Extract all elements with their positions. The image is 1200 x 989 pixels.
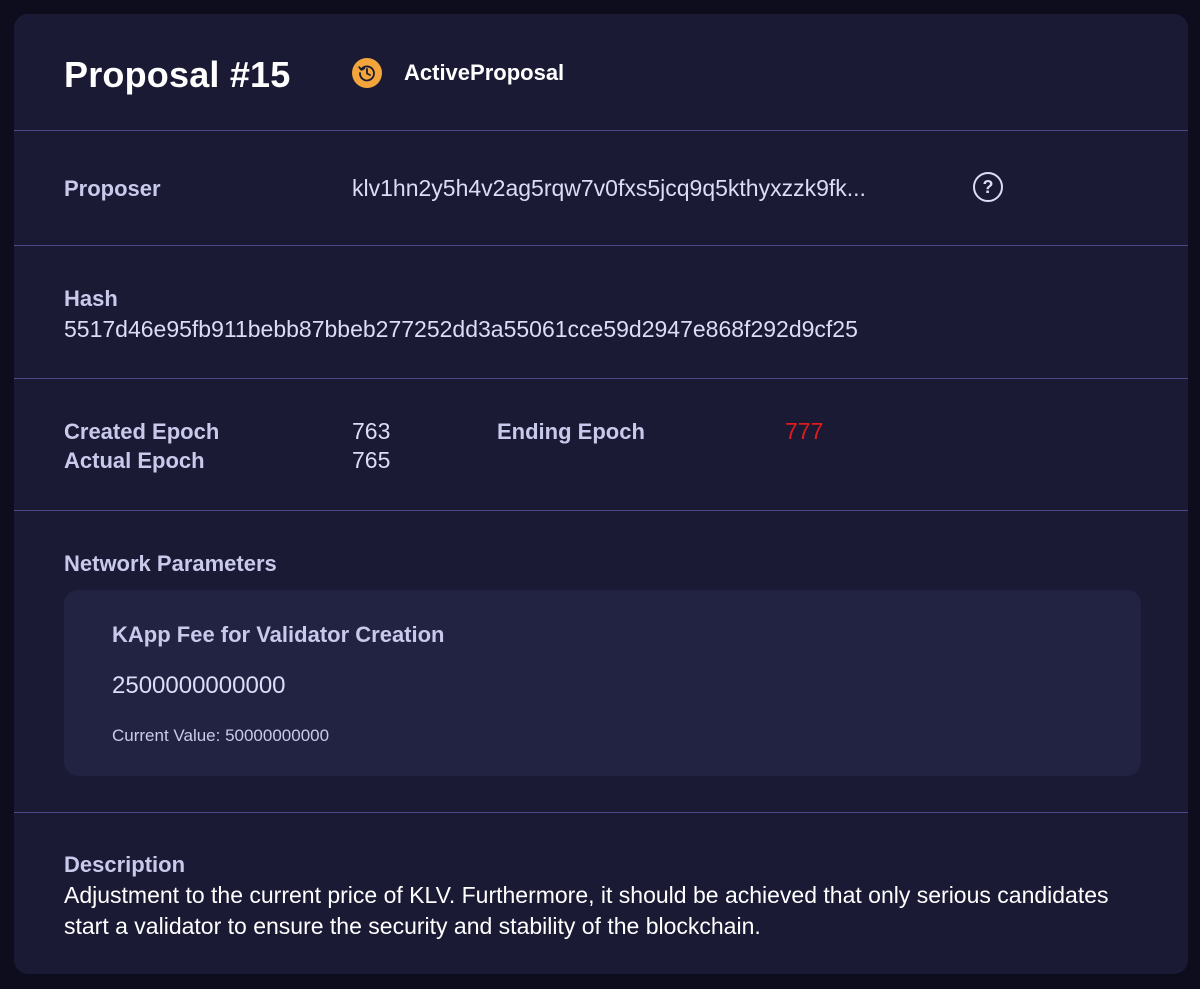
ending-epoch-value: 777 xyxy=(785,418,824,444)
page-title: Proposal #15 xyxy=(64,54,291,95)
proposer-address-link[interactable]: klv1hn2y5h4v2ag5rqw7v0fxs5jcq9q5kthyxzzk… xyxy=(352,175,866,202)
parameter-name: KApp Fee for Validator Creation xyxy=(112,622,445,647)
created-epoch-label: Created Epoch xyxy=(64,419,220,444)
help-icon[interactable]: ? xyxy=(973,172,1003,202)
actual-epoch-value: 765 xyxy=(352,447,391,473)
proposal-header: Proposal #15 ActiveProposal xyxy=(14,14,1188,131)
hash-section xyxy=(14,246,1188,379)
hash-label: Hash xyxy=(64,286,118,311)
epochs-section xyxy=(14,379,1188,511)
parameter-current-value: Current Value: 50000000000 xyxy=(112,726,330,745)
parameter-card: KApp Fee for Validator Creation 25000000… xyxy=(64,590,1141,776)
proposal-card: Proposal #15 ActiveProposal Proposer klv… xyxy=(14,14,1188,974)
description-label: Description xyxy=(64,852,186,877)
actual-epoch-label: Actual Epoch xyxy=(64,448,205,473)
status-badge: ActiveProposal xyxy=(352,58,564,88)
description-text: Adjustment to the current price of KLV. … xyxy=(64,882,1109,939)
parameter-proposed-value: 2500000000000 xyxy=(112,672,286,699)
created-epoch-value: 763 xyxy=(352,418,391,444)
history-clock-icon xyxy=(352,58,382,88)
proposer-label: Proposer xyxy=(64,176,161,201)
status-label: ActiveProposal xyxy=(404,60,565,85)
network-parameters-label: Network Parameters xyxy=(64,551,277,576)
ending-epoch-label: Ending Epoch xyxy=(497,419,645,444)
hash-value: 5517d46e95fb911bebb87bbeb277252dd3a55061… xyxy=(64,316,858,342)
